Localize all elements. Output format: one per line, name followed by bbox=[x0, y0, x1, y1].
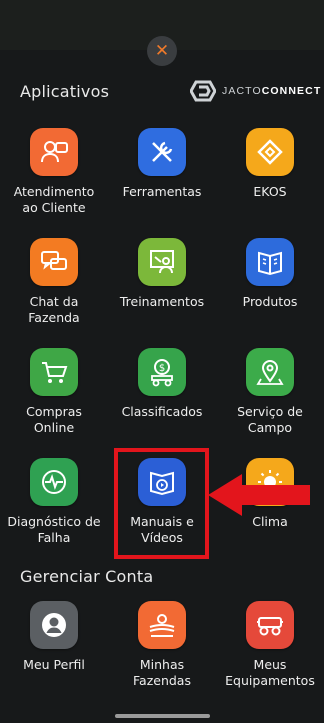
account-minhas-fazendas[interactable]: Minhas Fazendas bbox=[108, 601, 216, 689]
app-label: Clima bbox=[252, 514, 288, 529]
presentation-board-icon bbox=[138, 238, 186, 286]
app-label: Compras Online bbox=[26, 404, 82, 435]
account-section-title: Gerenciar Conta bbox=[20, 567, 154, 586]
pulse-icon bbox=[30, 458, 78, 506]
farm-fields-icon bbox=[138, 601, 186, 649]
tools-icon bbox=[138, 128, 186, 176]
app-ekos[interactable]: EKOS bbox=[216, 128, 324, 200]
app-label: Meus Equipamentos bbox=[225, 657, 315, 688]
app-chat-da-fazenda[interactable]: Chat da Fazenda bbox=[0, 238, 108, 326]
chat-icon bbox=[30, 238, 78, 286]
app-classificados[interactable]: $ Classificados bbox=[108, 348, 216, 420]
ekos-diamond-icon bbox=[246, 128, 294, 176]
close-button[interactable]: ✕ bbox=[147, 36, 177, 66]
book-icon bbox=[246, 238, 294, 286]
jacto-logo-icon bbox=[190, 80, 216, 102]
app-atendimento-ao-cliente[interactable]: Atendimento ao Cliente bbox=[0, 128, 108, 216]
app-ferramentas[interactable]: Ferramentas bbox=[108, 128, 216, 200]
app-treinamentos[interactable]: Treinamentos bbox=[108, 238, 216, 310]
app-label: Treinamentos bbox=[119, 294, 205, 309]
apps-section-title: Aplicativos bbox=[20, 82, 110, 101]
sprayer-equipment-icon bbox=[246, 601, 294, 649]
svg-text:$: $ bbox=[159, 363, 165, 374]
app-label: Produtos bbox=[242, 294, 298, 309]
app-label: Serviço de Campo bbox=[237, 404, 303, 435]
app-label: Ferramentas bbox=[122, 184, 202, 199]
jacto-connect-logo: JACTOCONNECT bbox=[190, 80, 321, 102]
app-label: Minhas Fazendas bbox=[133, 657, 191, 688]
tractor-money-icon: $ bbox=[138, 348, 186, 396]
map-pin-icon bbox=[246, 348, 294, 396]
app-label: Classificados bbox=[121, 404, 203, 419]
user-profile-icon bbox=[30, 601, 78, 649]
red-arrow-icon bbox=[208, 474, 310, 516]
close-icon: ✕ bbox=[154, 40, 170, 61]
highlight-box bbox=[114, 448, 209, 559]
app-label: Chat da Fazenda bbox=[28, 294, 80, 325]
account-meu-perfil[interactable]: Meu Perfil bbox=[0, 601, 108, 673]
brand-prefix: JACTO bbox=[222, 85, 262, 97]
shopping-cart-icon bbox=[30, 348, 78, 396]
chat-bubbles-icon bbox=[30, 128, 78, 176]
app-label: Meu Perfil bbox=[23, 657, 85, 672]
app-diagnostico-de-falha[interactable]: Diagnóstico de Falha bbox=[0, 458, 108, 546]
app-label: EKOS bbox=[253, 184, 287, 199]
app-compras-online[interactable]: Compras Online bbox=[0, 348, 108, 436]
app-label: Diagnóstico de Falha bbox=[7, 514, 101, 545]
app-label: Atendimento ao Cliente bbox=[13, 184, 95, 215]
app-produtos[interactable]: Produtos bbox=[216, 238, 324, 310]
account-meus-equipamentos[interactable]: Meus Equipamentos bbox=[216, 601, 324, 689]
brand-suffix: CONNECT bbox=[261, 85, 322, 97]
home-indicator[interactable] bbox=[115, 714, 210, 718]
app-servico-de-campo[interactable]: Serviço de Campo bbox=[216, 348, 324, 436]
